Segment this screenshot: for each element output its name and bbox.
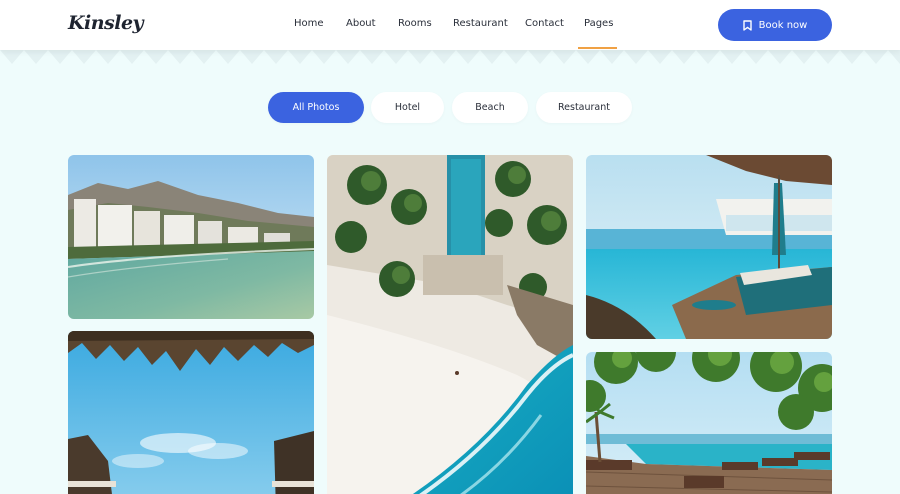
nav-item-contact[interactable]: Contact [525,18,564,29]
nav-item-rooms[interactable]: Rooms [398,18,432,29]
decorative-zigzag-band [0,50,900,66]
nav-active-underline [578,47,617,49]
coastal-hotels-photo [68,155,314,319]
gallery-photo-infinity-pool[interactable] [586,155,832,339]
gallery-photo-aerial-beach[interactable] [327,155,573,494]
tropical-pool-deck-photo [586,352,832,494]
gallery-photo-coastal-hotels[interactable] [68,155,314,319]
filter-beach[interactable]: Beach [452,92,528,123]
palm-canopy-sky-photo [68,331,314,494]
infinity-pool-lounger-photo [586,155,832,339]
page: Kinsley Home About Rooms Restaurant Cont… [0,0,900,494]
gallery-photo-tropical-deck[interactable] [586,352,832,494]
bookmark-icon [742,19,752,31]
gallery-photo-palm-canopy[interactable] [68,331,314,494]
filter-restaurant[interactable]: Restaurant [536,92,632,123]
nav-item-pages[interactable]: Pages [584,18,613,29]
book-now-button[interactable]: Book now [718,9,832,41]
aerial-beach-pools-photo [327,155,573,494]
nav-item-about[interactable]: About [346,18,376,29]
filter-hotel[interactable]: Hotel [371,92,444,123]
nav-item-home[interactable]: Home [294,18,324,29]
book-now-label: Book now [758,19,808,31]
filter-all-photos[interactable]: All Photos [268,92,364,123]
site-header: Kinsley Home About Rooms Restaurant Cont… [0,0,900,50]
nav-item-restaurant[interactable]: Restaurant [453,18,508,29]
